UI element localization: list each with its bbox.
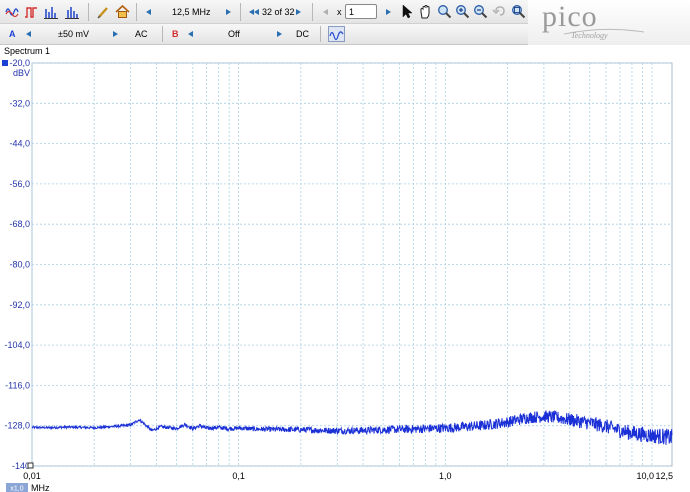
toolbar-separator (136, 3, 137, 21)
channel-toolbar: A ±50 mV AC B Off DC (0, 24, 528, 45)
pointer-tool-icon[interactable] (400, 4, 414, 19)
channel-b-coupling[interactable]: DC (296, 29, 309, 39)
view-tab-title[interactable]: Spectrum 1 (4, 46, 50, 56)
zoom-icon[interactable] (437, 4, 452, 19)
spectrum-view-icon[interactable] (44, 5, 58, 19)
axis-origin-marker (27, 462, 34, 469)
y-tick-label: -32,0 (9, 98, 30, 108)
buffer-next-button[interactable] (296, 9, 301, 15)
y-tick-label: -44,0 (9, 139, 30, 149)
zoom-out-icon[interactable] (473, 4, 488, 19)
channel-b-range-decrease[interactable] (188, 31, 193, 37)
channel-a-axis-marker (2, 60, 8, 66)
x-tick-label: 0,1 (232, 471, 245, 481)
channel-a-range[interactable]: ±50 mV (58, 29, 89, 39)
x-unit-label: MHz (31, 483, 50, 492)
channel-a-range-increase[interactable] (113, 31, 118, 37)
zoom-to-fit-icon[interactable] (511, 4, 526, 19)
buffer-previous-button[interactable] (254, 9, 259, 15)
y-tick-label: -92,0 (9, 300, 30, 310)
spectrum-chart[interactable]: -20,0 -32,0 -44,0 -56,0 -68,0 -80,0 -92,0 -104,… (0, 56, 690, 492)
y-tick-label: -116,0 (5, 380, 30, 390)
channel-b-label[interactable]: B (172, 29, 179, 39)
toolbar-separator (312, 3, 313, 21)
x-scale-factor: x1,0 (10, 486, 23, 492)
x-tick-label: 10,0 (636, 471, 654, 481)
y-tick-label: -128,0 (4, 421, 30, 431)
channel-b-range-increase[interactable] (277, 31, 282, 37)
scope-view-icon[interactable] (5, 5, 19, 19)
y-tick-label: -140 (12, 461, 30, 471)
y-unit-label: dBV (13, 68, 30, 78)
y-tick-label: -104,0 (4, 340, 30, 350)
x-tick-label: 0,01 (23, 471, 41, 481)
channel-options-icon[interactable] (328, 26, 345, 42)
y-tick-label: -68,0 (9, 219, 30, 229)
probe-icon[interactable] (96, 5, 110, 19)
spectrum-persistence-icon[interactable] (65, 5, 79, 19)
toolbar-separator (88, 3, 89, 21)
hand-tool-icon[interactable] (418, 4, 433, 19)
zoom-in-icon[interactable] (455, 4, 470, 19)
y-tick-label: -80,0 (9, 260, 30, 270)
home-icon[interactable] (115, 4, 130, 19)
multiplier-increase-button[interactable] (386, 9, 391, 15)
timebase-decrease-button[interactable] (146, 9, 151, 15)
x-tick-label: 12,5 (655, 471, 673, 481)
timebase-value[interactable]: 12,5 MHz (172, 7, 211, 17)
y-tick-label: -56,0 (9, 179, 30, 189)
logo-swoosh (564, 28, 644, 35)
multiplier-prefix: x (337, 7, 342, 17)
multiplier-input[interactable] (345, 4, 377, 19)
channel-a-label[interactable]: A (9, 29, 16, 39)
persistence-view-icon[interactable] (24, 5, 38, 19)
undo-zoom-icon[interactable] (492, 4, 507, 19)
multiplier-decrease-button[interactable] (323, 9, 328, 15)
x-tick-label: 1,0 (439, 471, 452, 481)
timebase-increase-button[interactable] (226, 9, 231, 15)
y-tick-label: -20,0 (9, 58, 30, 68)
toolbar-separator (162, 26, 163, 42)
buffer-position: 32 of 32 (262, 7, 295, 17)
toolbar-separator (240, 3, 241, 21)
channel-a-coupling[interactable]: AC (135, 29, 148, 39)
toolbar-separator (320, 26, 321, 42)
channel-a-range-decrease[interactable] (26, 31, 31, 37)
channel-b-range[interactable]: Off (228, 29, 240, 39)
